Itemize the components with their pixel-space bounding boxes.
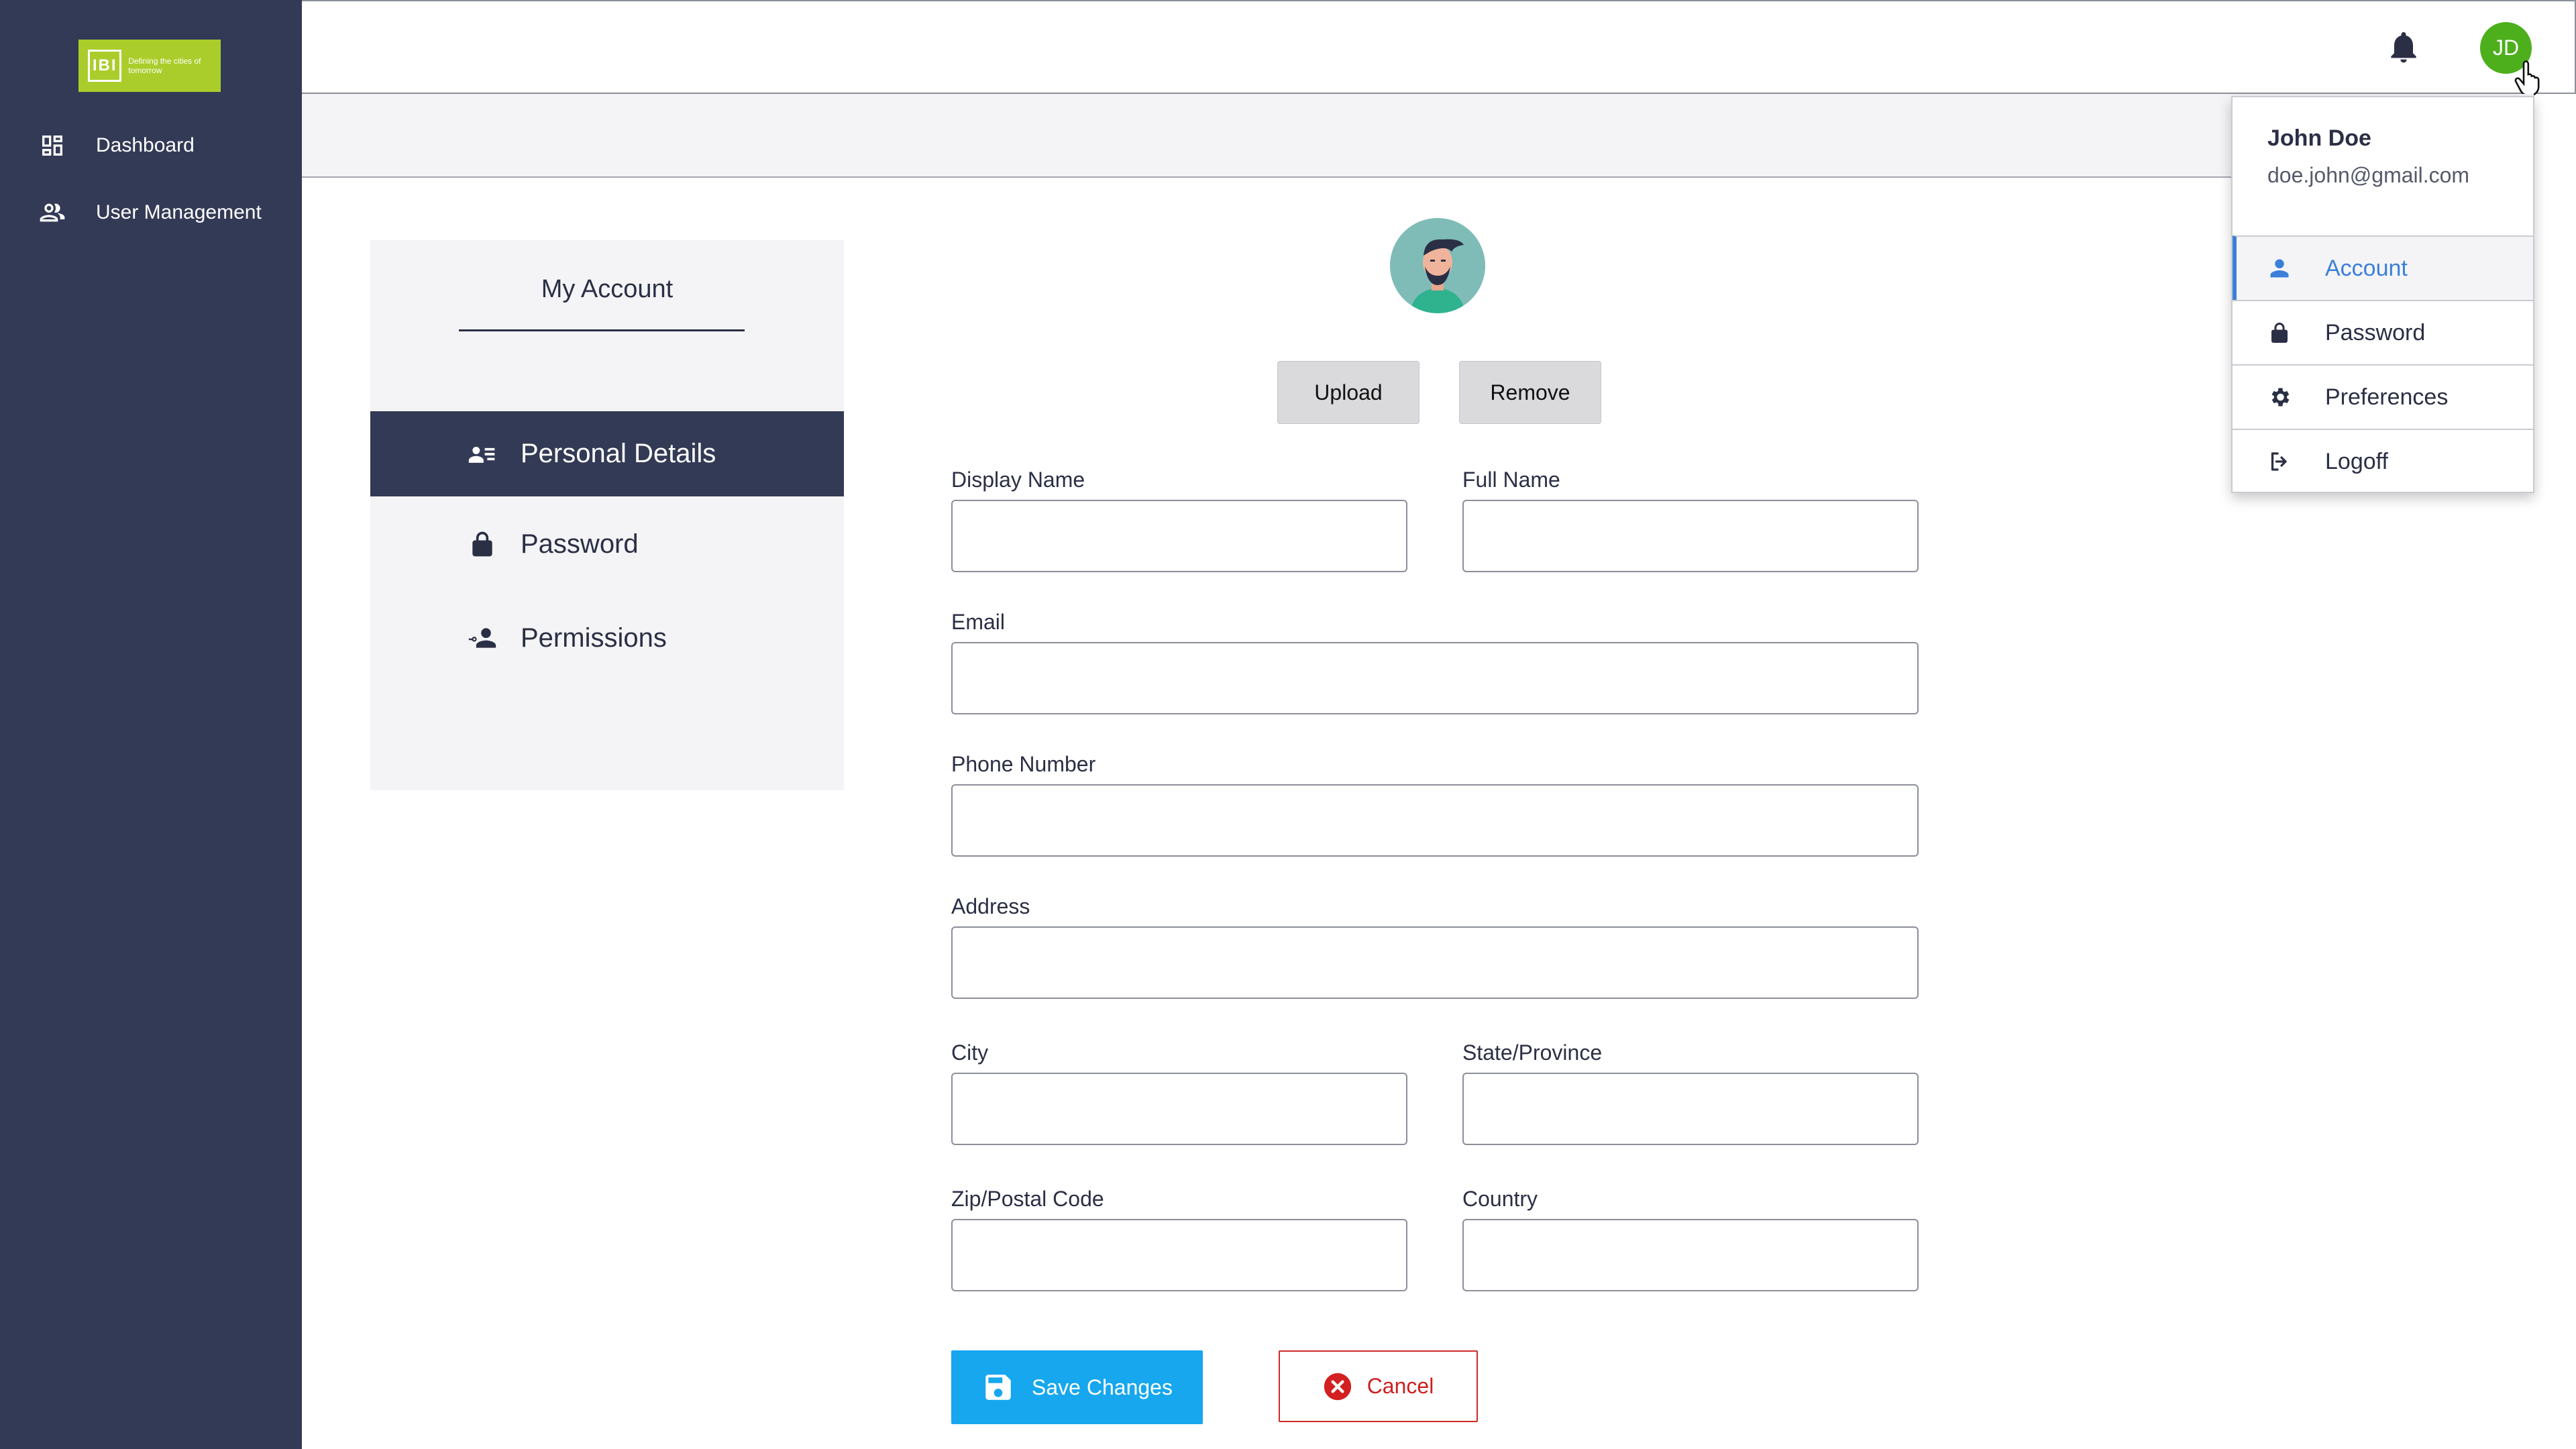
country-label: Country — [1462, 1187, 1538, 1211]
page-header-bar — [302, 94, 2534, 178]
dropdown-item-logoff[interactable]: Logoff — [2233, 429, 2533, 493]
save-icon — [985, 1375, 1011, 1400]
city-input[interactable] — [951, 1073, 1407, 1145]
address-label: Address — [951, 894, 1030, 918]
gear-icon — [2271, 388, 2290, 407]
user-icon — [2270, 259, 2289, 278]
sidebar: IBI Defining the cities of tomorrow Dash… — [0, 0, 302, 1449]
tab-personal-details[interactable]: Personal Details — [370, 411, 844, 496]
dropdown-user-name: John Doe — [2267, 125, 2371, 151]
sidebar-item-user-management[interactable]: User Management — [39, 196, 262, 229]
lock-icon — [472, 531, 492, 557]
profile-avatar-image — [1390, 218, 1485, 313]
sidebar-item-label: Dashboard — [96, 134, 195, 156]
email-label: Email — [951, 610, 1006, 634]
account-panel-title: My Account — [541, 275, 674, 303]
dropdown-item-label: Account — [2325, 255, 2408, 281]
zip-code-label: Zip/Postal Code — [951, 1187, 1104, 1211]
sidebar-item-label: User Management — [96, 201, 262, 223]
display-name-label: Display Name — [951, 468, 1085, 492]
tab-label: Permissions — [521, 623, 667, 653]
zip-code-input[interactable] — [951, 1219, 1407, 1291]
account-settings-panel: My Account Personal Details Password Per… — [370, 240, 844, 790]
users-icon — [40, 203, 65, 222]
dropdown-item-password[interactable]: Password — [2233, 300, 2533, 364]
top-bar — [302, 0, 2576, 94]
remove-photo-button[interactable]: Remove — [1459, 361, 1601, 424]
user-account-dropdown: John Doe doe.john@gmail.com Account Pass… — [2231, 96, 2534, 493]
country-input[interactable] — [1462, 1219, 1919, 1291]
cancel-label: Cancel — [1366, 1374, 1434, 1398]
tab-label: Personal Details — [521, 439, 716, 468]
phone-number-label: Phone Number — [951, 752, 1096, 776]
dropdown-item-label: Password — [2325, 319, 2426, 345]
save-changes-label: Save Changes — [1032, 1375, 1173, 1399]
sidebar-item-dashboard[interactable]: Dashboard — [39, 129, 195, 162]
logo-mark: IBI — [88, 50, 122, 82]
tab-password[interactable]: Password — [370, 507, 844, 581]
upload-photo-button[interactable]: Upload — [1277, 361, 1419, 424]
permissions-icon — [468, 628, 496, 648]
full-name-input[interactable] — [1462, 500, 1919, 572]
cancel-button[interactable]: Cancel — [1279, 1350, 1478, 1422]
city-label: City — [951, 1040, 989, 1065]
personal-details-icon — [468, 446, 495, 463]
state-province-label: State/Province — [1462, 1040, 1603, 1065]
full-name-label: Full Name — [1462, 468, 1560, 492]
phone-number-input[interactable] — [951, 784, 1919, 857]
dropdown-item-label: Preferences — [2325, 384, 2449, 410]
address-input[interactable] — [951, 926, 1919, 999]
logo-tagline: Defining the cities of tomorrow — [128, 56, 201, 75]
save-changes-button[interactable]: Save Changes — [951, 1350, 1203, 1424]
email-input[interactable] — [951, 642, 1919, 714]
pointer-cursor-icon — [2514, 60, 2540, 97]
dashboard-icon — [42, 136, 62, 156]
logout-icon — [2271, 452, 2287, 471]
dropdown-user-email: doe.john@gmail.com — [2267, 163, 2470, 187]
dropdown-item-account[interactable]: Account — [2233, 235, 2533, 300]
tab-label: Password — [521, 529, 639, 559]
title-underline — [459, 329, 745, 331]
lock-icon — [2271, 323, 2288, 343]
company-logo[interactable]: IBI Defining the cities of tomorrow — [78, 40, 221, 92]
state-province-input[interactable] — [1462, 1073, 1919, 1145]
tab-permissions[interactable]: Permissions — [370, 601, 844, 675]
display-name-input[interactable] — [951, 500, 1407, 572]
bell-icon[interactable] — [2385, 28, 2422, 66]
cancel-circle-icon — [1324, 1373, 1351, 1400]
dropdown-item-label: Logoff — [2325, 448, 2388, 474]
dropdown-item-preferences[interactable]: Preferences — [2233, 364, 2533, 429]
